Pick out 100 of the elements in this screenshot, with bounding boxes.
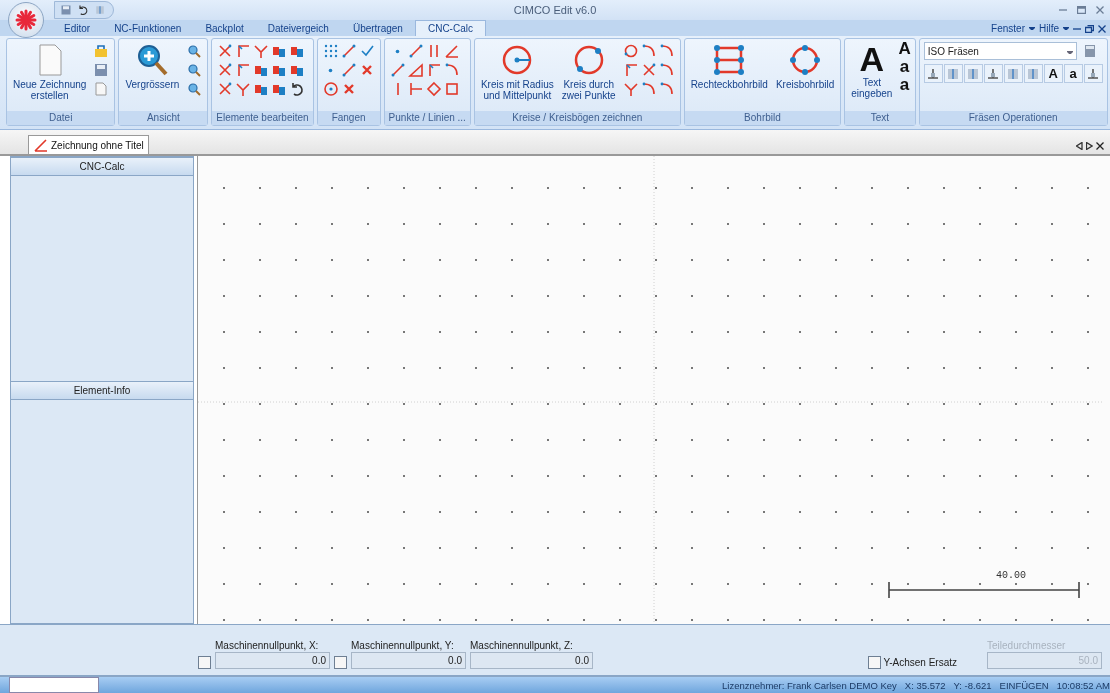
magnifier-icon xyxy=(186,81,203,97)
square-icon xyxy=(443,81,460,97)
maximize-icon[interactable] xyxy=(1077,6,1086,14)
ribbon-tab[interactable]: NC-Funktionen xyxy=(102,21,194,36)
font-button[interactable]: a xyxy=(899,58,910,76)
magnifier-icon xyxy=(186,43,203,59)
ribbon-tab[interactable]: CNC-Calc xyxy=(414,20,486,36)
milling-button[interactable] xyxy=(963,64,983,83)
dot-icon xyxy=(328,67,334,73)
circle-icon xyxy=(622,43,639,59)
close-icon[interactable] xyxy=(1096,142,1104,150)
undo-icon xyxy=(289,81,306,97)
menu-link[interactable]: Fenster xyxy=(991,23,1025,34)
menu-link[interactable]: Hilfe xyxy=(1039,23,1059,34)
minimize-icon[interactable] xyxy=(1073,27,1081,30)
arc-icon xyxy=(443,62,460,78)
number-field[interactable]: 0.0 xyxy=(215,652,330,669)
diamond-icon xyxy=(425,81,442,97)
checkbox[interactable] xyxy=(334,656,347,669)
dot-icon xyxy=(395,48,401,54)
line-icon xyxy=(407,43,424,59)
ribbon-button[interactable]: Kreisbohrbild xyxy=(773,42,837,90)
caret-icon[interactable] xyxy=(1063,27,1069,30)
line-icon xyxy=(389,62,406,78)
app-menu-button[interactable] xyxy=(8,2,44,38)
milling-button[interactable] xyxy=(1023,64,1043,83)
field-label: Maschinennullpunkt, Z: xyxy=(470,640,574,651)
status-text: EINFÜGEN xyxy=(999,679,1049,691)
cross-icon xyxy=(217,43,234,59)
arc-icon xyxy=(658,43,675,59)
font-button[interactable]: a xyxy=(899,76,910,94)
page-icon xyxy=(93,81,110,97)
ribbon-button[interactable]: Rechteckbohrbild xyxy=(688,42,770,90)
minimize-icon[interactable] xyxy=(1059,6,1067,14)
number-field[interactable]: 0.0 xyxy=(351,652,466,669)
group-label: Elemente bearbeiten xyxy=(212,111,313,125)
target-icon xyxy=(322,81,339,97)
group-label: Ansicht xyxy=(119,111,208,125)
document-tab[interactable]: Zeichnung ohne Titel xyxy=(28,135,149,154)
milling-button[interactable] xyxy=(1083,64,1103,83)
cross-icon xyxy=(640,62,657,78)
number-field[interactable]: 0.0 xyxy=(470,652,593,669)
status-text: X: 35.572 xyxy=(904,679,946,691)
angle-icon xyxy=(443,43,460,59)
line-icon xyxy=(340,43,357,59)
caret-icon[interactable] xyxy=(1029,27,1035,30)
cross-icon xyxy=(217,62,234,78)
corner-icon xyxy=(235,62,252,78)
status-text: Lizenznehmer: Frank Carlsen DEMO Key xyxy=(722,679,897,691)
undo-button[interactable] xyxy=(76,3,90,17)
checkbox[interactable] xyxy=(868,656,882,669)
ribbon-button[interactable]: Kreis mit Radius und Mittelpunkt xyxy=(478,42,556,101)
cross-icon xyxy=(217,81,234,97)
fork-icon xyxy=(235,81,252,97)
ribbon-tab[interactable]: Dateivergeich xyxy=(255,21,341,36)
ribbon-tab[interactable]: Editor xyxy=(52,21,103,36)
fork-icon xyxy=(253,43,270,59)
ribbon-button[interactable]: Kreis durch zwei Punkte xyxy=(559,42,618,101)
folder-icon xyxy=(93,43,110,59)
arc-icon xyxy=(640,43,657,59)
font-button[interactable]: a xyxy=(1063,64,1083,83)
y-axis-checkbox[interactable]: Y-Achsen Ersatz xyxy=(868,656,957,669)
milling-button[interactable] xyxy=(943,64,963,83)
angle-icon xyxy=(33,137,49,153)
ribbon-button[interactable]: Neue Zeichnung erstellen xyxy=(11,42,89,101)
group-label: Kreise / Kreisbögen zeichnen xyxy=(474,111,680,125)
ribbon-tab[interactable]: Backplot xyxy=(193,21,256,36)
restore-icon[interactable] xyxy=(1085,24,1094,33)
asterisk-logo xyxy=(14,8,38,32)
panel-header: Element-Info xyxy=(11,380,193,400)
panel-header: CNC-Calc xyxy=(11,157,193,176)
milling-button[interactable] xyxy=(1003,64,1023,83)
field-label: Maschinennullpunkt, X: xyxy=(215,640,320,651)
ribbon-button[interactable]: Vergrössern xyxy=(123,42,182,90)
milling-button[interactable] xyxy=(923,64,943,83)
corner-icon xyxy=(235,43,252,59)
ribbon-tab[interactable]: Übertragen xyxy=(340,21,415,36)
caret-icon[interactable] xyxy=(1066,50,1073,54)
group-label: Punkte / Linien ... xyxy=(384,111,470,125)
undo-icon xyxy=(77,4,89,16)
milling-button[interactable] xyxy=(983,64,1003,83)
window-title: CIMCO Edit v6.0 xyxy=(513,4,597,16)
font-button[interactable]: A xyxy=(1043,64,1063,83)
block-icon xyxy=(94,4,106,16)
group-label: Text xyxy=(845,111,915,125)
scale-label: 40.00 xyxy=(994,570,1028,581)
next-icon[interactable] xyxy=(1086,142,1093,150)
font-button[interactable]: A xyxy=(898,40,911,58)
ribbon-button[interactable]: A Text eingeben xyxy=(849,42,895,99)
checkbox[interactable] xyxy=(198,656,211,669)
operation-dropdown[interactable]: ISO Fräsen xyxy=(923,42,1077,60)
group-label: Fangen xyxy=(317,111,380,125)
status-text: 10:08:52 AM xyxy=(1056,679,1110,691)
check-icon xyxy=(358,43,375,59)
previous-icon[interactable] xyxy=(1076,142,1083,150)
dot-grid-icon xyxy=(322,43,339,59)
close-icon[interactable] xyxy=(1098,24,1106,33)
line-icon xyxy=(340,62,357,78)
arc-icon xyxy=(640,81,657,97)
vertical-line-icon xyxy=(395,82,400,96)
